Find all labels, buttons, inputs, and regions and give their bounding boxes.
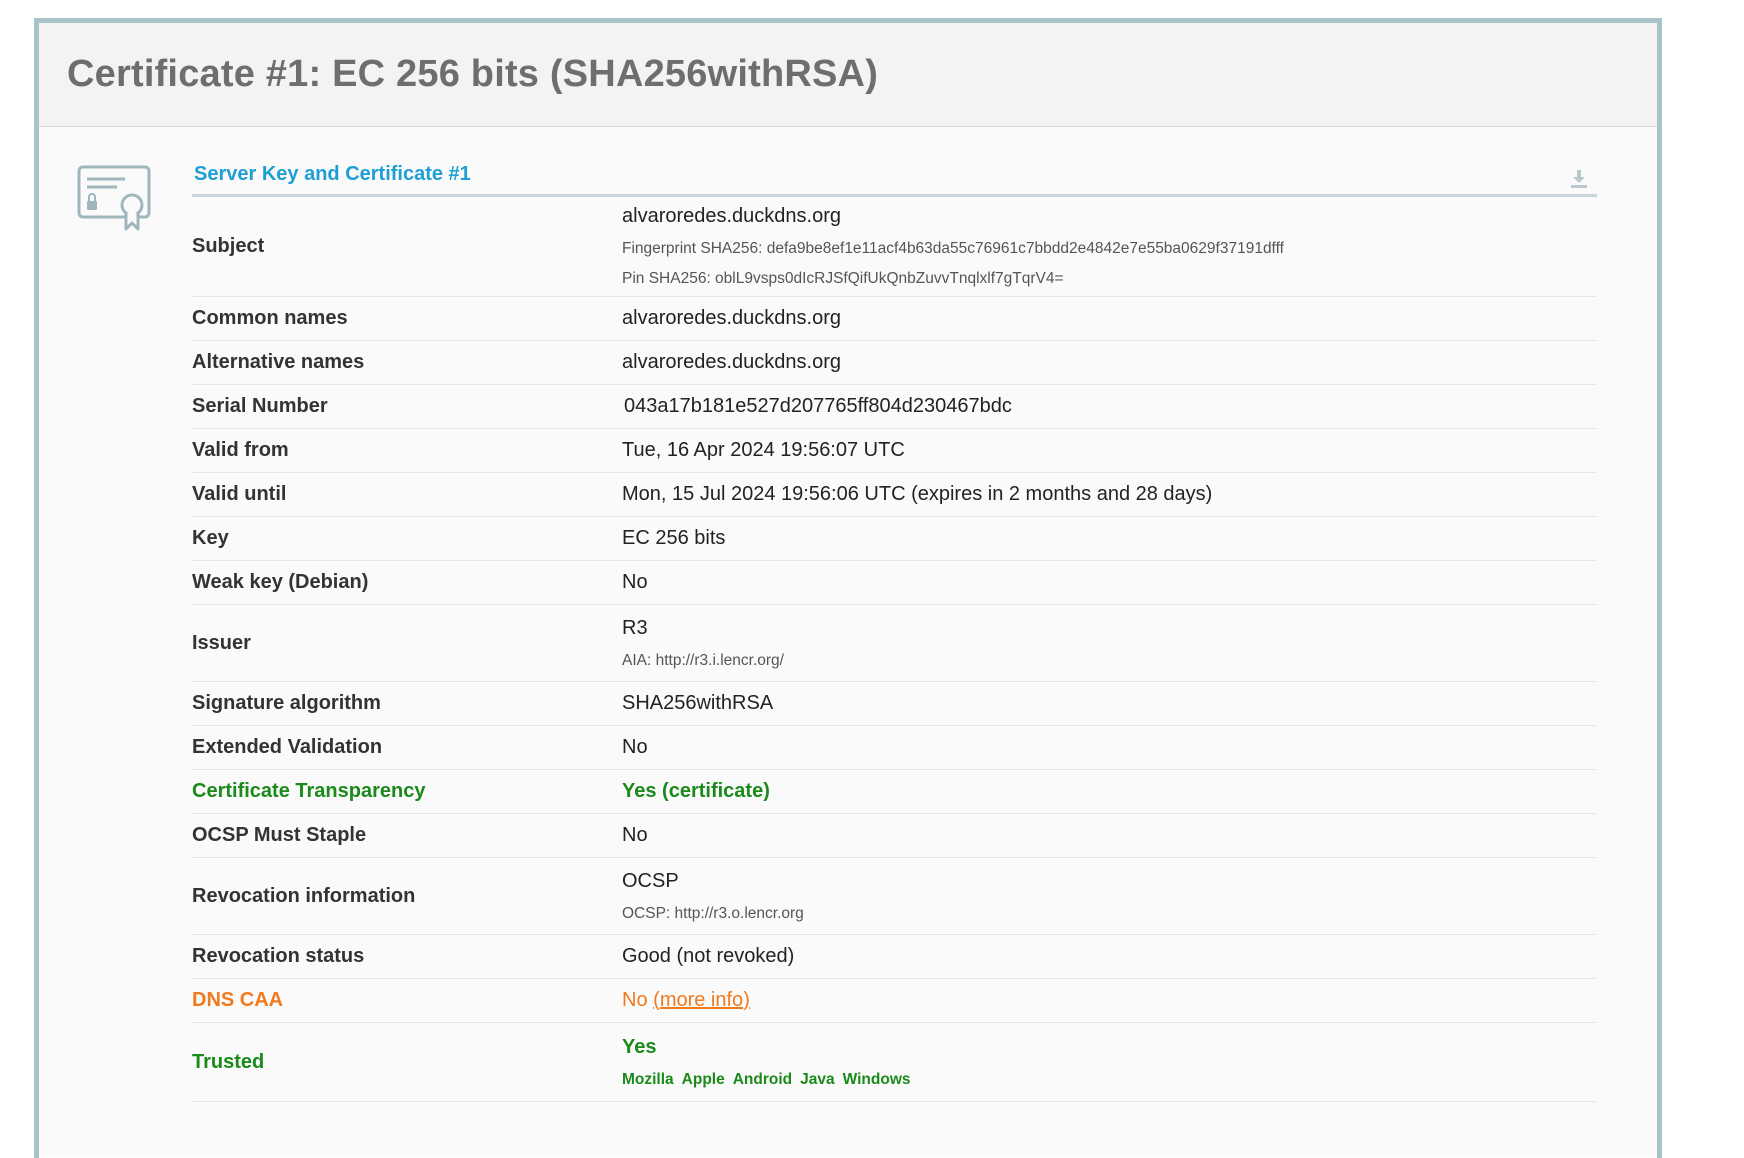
row-value: alvaroredes.duckdns.org [622, 307, 842, 329]
section-header: Server Key and Certificate #1 [192, 157, 1597, 197]
row-value: Mon, 15 Jul 2024 19:56:06 UTC (expires i… [622, 483, 1213, 505]
row-value: No [622, 824, 648, 846]
link-open-paren: ( [653, 989, 660, 1011]
section-title: Server Key and Certificate #1 [194, 163, 471, 185]
row-value: Tue, 16 Apr 2024 19:56:07 UTC [622, 439, 905, 461]
certificate-panel: Certificate #1: EC 256 bits (SHA256withR… [34, 18, 1662, 1158]
more-info-link[interactable]: (more info) [653, 989, 750, 1011]
row-extended-validation: Extended Validation No [192, 726, 1597, 770]
row-serial-number: Serial Number 043a17b181e527d207765ff804… [192, 385, 1597, 429]
row-label: Key [192, 527, 229, 549]
link-text: more info [659, 989, 744, 1011]
platform-apple[interactable]: Apple [682, 1071, 725, 1089]
row-label: Certificate Transparency [192, 780, 426, 802]
dns-caa-value: No [622, 989, 648, 1011]
row-trusted: Trusted Yes Mozilla Apple Android Java W… [192, 1023, 1597, 1102]
row-label: Revocation information [192, 884, 416, 907]
row-value: R3 AIA: http://r3.i.lencr.org/ [622, 605, 1597, 681]
trusted-platforms: Mozilla Apple Android Java Windows [622, 1071, 1597, 1089]
row-label: Valid until [192, 483, 287, 505]
fingerprint-sha256: Fingerprint SHA256: defa9be8ef1e11acf4b6… [622, 240, 1284, 257]
row-revocation-status: Revocation status Good (not revoked) [192, 935, 1597, 979]
row-value: alvaroredes.duckdns.org Fingerprint SHA2… [622, 197, 1597, 296]
row-subject: Subject alvaroredes.duckdns.org Fingerpr… [192, 197, 1597, 297]
row-value: Yes (certificate) [622, 780, 770, 802]
row-label: Issuer [192, 631, 251, 654]
platform-windows[interactable]: Windows [843, 1071, 911, 1089]
issuer-value: R3 [622, 616, 648, 639]
row-dns-caa: DNS CAA No (more info) [192, 979, 1597, 1023]
row-label: Valid from [192, 439, 289, 461]
row-revocation-information: Revocation information OCSP OCSP: http:/… [192, 858, 1597, 935]
row-value: No [622, 571, 648, 593]
row-value: 043a17b181e527d207765ff804d230467bdc [624, 395, 1012, 417]
row-label: Serial Number [192, 395, 328, 417]
page-title: Certificate #1: EC 256 bits (SHA256withR… [67, 53, 879, 95]
row-value: alvaroredes.duckdns.org [622, 351, 842, 373]
subject-value: alvaroredes.duckdns.org [622, 205, 842, 227]
row-value: OCSP OCSP: http://r3.o.lencr.org [622, 858, 1597, 934]
row-alternative-names: Alternative names alvaroredes.duckdns.or… [192, 341, 1597, 385]
ocsp-url: OCSP: http://r3.o.lencr.org [622, 904, 804, 922]
panel-body: Server Key and Certificate #1 Subject al… [39, 127, 1657, 1157]
panel-header: Certificate #1: EC 256 bits (SHA256withR… [39, 23, 1657, 127]
row-value: No (more info) [622, 979, 1597, 1022]
revocation-info-value: OCSP [622, 869, 679, 892]
trusted-value: Yes [622, 1035, 657, 1058]
row-label: OCSP Must Staple [192, 824, 367, 846]
row-key: Key EC 256 bits [192, 517, 1597, 561]
dns-caa-line: No (more info) [622, 989, 1597, 1012]
issuer-aia: AIA: http://r3.i.lencr.org/ [622, 651, 784, 669]
row-value: Good (not revoked) [622, 945, 795, 967]
row-label: Trusted [192, 1050, 265, 1073]
row-value: No [622, 736, 648, 758]
row-label: Extended Validation [192, 736, 383, 758]
row-valid-from: Valid from Tue, 16 Apr 2024 19:56:07 UTC [192, 429, 1597, 473]
row-label: Signature algorithm [192, 692, 381, 714]
download-icon[interactable] [1569, 169, 1589, 189]
row-common-names: Common names alvaroredes.duckdns.org [192, 297, 1597, 341]
row-signature-algorithm: Signature algorithm SHA256withRSA [192, 682, 1597, 726]
row-value: Yes Mozilla Apple Android Java Windows [622, 1023, 1597, 1101]
certificate-icon [77, 165, 151, 231]
platform-java[interactable]: Java [800, 1071, 834, 1089]
row-value: EC 256 bits [622, 527, 726, 549]
link-close-paren: ) [743, 989, 750, 1011]
row-issuer: Issuer R3 AIA: http://r3.i.lencr.org/ [192, 605, 1597, 682]
pin-sha256: Pin SHA256: oblL9vsps0dIcRJSfQifUkQnbZuv… [622, 270, 1064, 287]
server-key-section: Server Key and Certificate #1 Subject al… [192, 157, 1597, 1102]
platform-android[interactable]: Android [733, 1071, 792, 1089]
platform-mozilla[interactable]: Mozilla [622, 1071, 674, 1089]
row-certificate-transparency: Certificate Transparency Yes (certificat… [192, 770, 1597, 814]
row-weak-key: Weak key (Debian) No [192, 561, 1597, 605]
row-label: DNS CAA [192, 989, 284, 1011]
row-label: Alternative names [192, 351, 365, 373]
row-label: Subject [192, 235, 265, 257]
row-label: Revocation status [192, 945, 365, 967]
row-value: SHA256withRSA [622, 692, 774, 714]
row-label: Weak key (Debian) [192, 571, 369, 593]
row-label: Common names [192, 307, 348, 329]
row-valid-until: Valid until Mon, 15 Jul 2024 19:56:06 UT… [192, 473, 1597, 517]
row-ocsp-must-staple: OCSP Must Staple No [192, 814, 1597, 858]
